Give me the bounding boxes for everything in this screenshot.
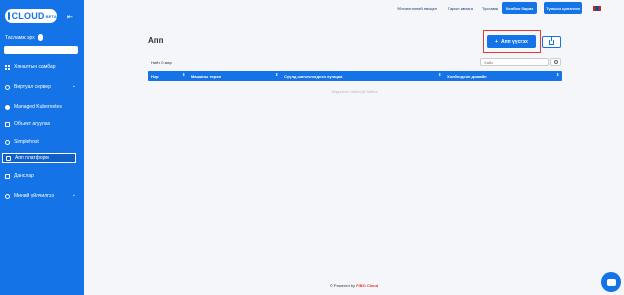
export-icon [549, 36, 554, 45]
column-header-updated[interactable]: Сүүлд шинэчлэгдсэн хугацаа [284, 71, 342, 81]
theme-toggle-row: Тасламж эрх [5, 34, 43, 41]
sidebar: CLOUD BETA ⇤ Тасламж эрх Хяналтын самбар… [0, 0, 84, 295]
footer-brand-link[interactable]: FIBO Cloud [356, 283, 378, 288]
chevron-down-icon: ⌄ [71, 192, 76, 198]
sort-icon[interactable]: ⇕ [182, 73, 185, 77]
chat-icon [606, 278, 616, 286]
sort-icon[interactable]: ⇕ [275, 73, 278, 77]
sidebar-item-label: Апп платформ [15, 155, 49, 161]
add-app-label: Апп үүсгэх [500, 38, 528, 45]
user-icon [5, 193, 10, 199]
empty-table-message: Мэдээлэл байхгүй байна. [331, 89, 379, 94]
column-header-label: Сүүлд шинэчлэгдсэн хугацаа [284, 73, 343, 79]
column-header-label: Машины төрөл [191, 73, 222, 79]
sidebar-item-simplehost[interactable]: Simplehost [2, 137, 76, 147]
theme-label: Тасламж эрх [5, 34, 35, 41]
sidebar-item-label: Миний үйлчилгээ [14, 193, 55, 199]
column-header-label: Нэр [151, 73, 159, 79]
dashboard-icon [5, 64, 10, 70]
footer: © Powered by FIBO Cloud [84, 283, 624, 288]
sidebar-item-label: Объект агуулах [14, 121, 51, 127]
help-link[interactable]: Тусламж [482, 6, 498, 11]
logo-text: CLOUD [11, 11, 45, 21]
collapse-sidebar-icon[interactable]: ⇤ [67, 13, 73, 21]
cloud-icon [5, 84, 10, 90]
total-count: Нийт 0 мөр [151, 60, 172, 65]
sidebar-item-kubernetes[interactable]: Managed Kubernetes [2, 102, 76, 112]
globe-icon [5, 139, 10, 145]
storage-icon [5, 121, 10, 127]
language-flag-icon[interactable] [593, 6, 601, 11]
chat-support-button[interactable] [601, 272, 621, 292]
footer-prefix: © Powered by [329, 283, 356, 288]
sidebar-item-label: Managed Kubernetes [14, 104, 62, 110]
sidebar-item-object-storage[interactable]: Объект агуулах [2, 119, 76, 129]
sidebar-item-dashboard[interactable]: Хяналтын самбар [2, 62, 76, 72]
sidebar-item-billing[interactable]: Данслар [2, 171, 76, 181]
sidebar-search-input[interactable] [4, 46, 78, 54]
sort-icon[interactable]: ⇕ [438, 73, 441, 77]
logo[interactable]: CLOUD BETA [5, 9, 57, 23]
guide-link[interactable]: Гарын авлага [448, 6, 473, 11]
sidebar-item-virtual-server[interactable]: Виртуал сервер ⌄ [2, 82, 76, 92]
billing-icon [5, 173, 10, 179]
sidebar-item-my-services[interactable]: Миний үйлчилгээ ⌄ [2, 191, 76, 201]
plus-icon: + [495, 38, 498, 45]
terms-link[interactable]: Үйлчилгээний нөхцөл [397, 6, 437, 11]
column-header-domain[interactable]: Холбогдсон домайн [447, 71, 487, 81]
kubernetes-icon [5, 104, 10, 110]
contact-button[interactable]: Холбоо барих [502, 2, 537, 14]
logo-tag: BETA [45, 13, 57, 19]
column-header-label: Холбогдсон домайн [447, 73, 487, 79]
topup-button[interactable]: Түлшээ цэнэглэх [544, 2, 582, 14]
export-button[interactable] [542, 36, 561, 48]
sidebar-item-label: Хяналтын самбар [14, 64, 56, 70]
column-header-name[interactable]: Нэр [151, 71, 159, 81]
search-button[interactable] [550, 58, 561, 66]
sidebar-item-app-platform[interactable]: Апп платформ [2, 153, 83, 163]
app-platform-icon [6, 155, 11, 161]
page-title: Апп [148, 36, 164, 45]
sidebar-item-label: Данслар [14, 173, 34, 179]
add-app-button[interactable]: + Апп үүсгэх [487, 35, 536, 48]
sort-icon[interactable]: ⇕ [556, 73, 559, 77]
sidebar-item-label: Simplehost [14, 139, 39, 145]
theme-toggle[interactable] [37, 34, 43, 41]
table-search-input[interactable] [480, 58, 549, 66]
chevron-down-icon: ⌄ [71, 83, 76, 89]
column-header-machine-type[interactable]: Машины төрөл [191, 71, 221, 81]
sidebar-item-label: Виртуал сервер [14, 84, 51, 90]
cloud-logo-icon [8, 12, 10, 20]
table-header: Нэр ⇕ Машины төрөл ⇕ Сүүлд шинэчлэгдсэн … [148, 71, 562, 81]
search-icon [553, 60, 558, 64]
